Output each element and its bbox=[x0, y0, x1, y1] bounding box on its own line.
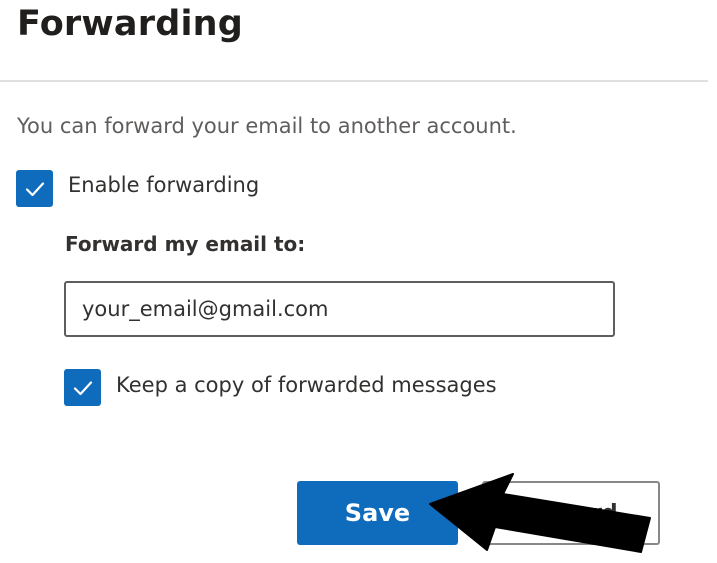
keep-copy-label[interactable]: Keep a copy of forwarded messages bbox=[116, 373, 497, 397]
enable-forwarding-label[interactable]: Enable forwarding bbox=[68, 173, 259, 197]
discard-button[interactable]: Discard bbox=[482, 481, 660, 545]
checkmark-icon bbox=[25, 181, 44, 196]
divider bbox=[0, 80, 708, 82]
forwarding-settings-panel: Forwarding You can forward your email to… bbox=[0, 0, 717, 563]
forwarding-description: You can forward your email to another ac… bbox=[17, 114, 517, 138]
page-title: Forwarding bbox=[17, 4, 244, 44]
forward-email-input[interactable] bbox=[64, 281, 615, 337]
checkmark-icon bbox=[73, 380, 92, 395]
forward-to-label: Forward my email to: bbox=[65, 232, 306, 256]
keep-copy-checkbox[interactable] bbox=[64, 369, 101, 406]
save-button[interactable]: Save bbox=[297, 481, 458, 545]
enable-forwarding-checkbox[interactable] bbox=[16, 170, 53, 207]
